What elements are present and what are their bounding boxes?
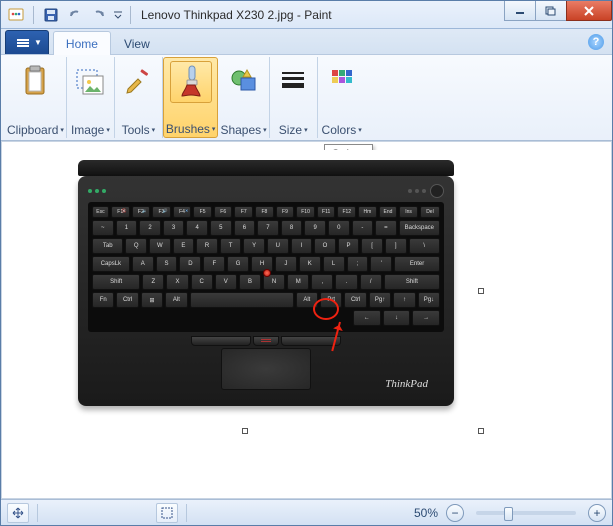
palmrest: ThinkPad	[88, 332, 444, 396]
ribbon: Clipboard▾ Image▾ Tools▾	[1, 55, 612, 141]
tools-label: Tools▾	[122, 123, 156, 137]
tab-home[interactable]: Home	[53, 31, 111, 55]
size-label: Size▾	[279, 123, 308, 137]
ribbon-tab-strip: ▼ Home View ?	[1, 29, 612, 55]
touchpad-icon	[221, 348, 311, 390]
paint-window: Lenovo Thinkpad X230 2.jpg - Paint ▼ Hom…	[0, 0, 613, 526]
selection-handle[interactable]	[478, 288, 484, 294]
quick-access-toolbar	[5, 5, 135, 25]
annotation-circle	[313, 298, 339, 320]
zoom-slider-thumb[interactable]	[504, 507, 513, 521]
window-title: Lenovo Thinkpad X230 2.jpg - Paint	[141, 8, 332, 22]
size-icon	[272, 60, 314, 102]
colors-icon	[321, 60, 363, 102]
qat-separator-2	[130, 6, 131, 24]
shapes-label: Shapes▾	[220, 123, 266, 137]
app-icon[interactable]	[5, 5, 27, 25]
status-bar: 50% − +	[1, 499, 612, 525]
image-group-icon	[69, 60, 111, 102]
tab-view[interactable]: View	[111, 31, 163, 55]
ribbon-group-size[interactable]: Size▾	[270, 57, 318, 138]
ribbon-group-colors[interactable]: Colors▾	[318, 57, 366, 138]
tab-home-label: Home	[66, 37, 98, 51]
ribbon-group-image[interactable]: Image▾	[67, 57, 115, 138]
zoom-value: 50%	[414, 506, 438, 520]
selection-handle[interactable]	[242, 428, 248, 434]
sb-separator-2	[186, 504, 187, 522]
tab-view-label: View	[124, 37, 150, 51]
close-button[interactable]	[566, 1, 612, 21]
laptop-top-row	[88, 184, 444, 198]
save-button[interactable]	[40, 5, 62, 25]
shapes-icon	[223, 60, 265, 102]
zoom-slider[interactable]	[476, 511, 576, 515]
file-menu-icon	[16, 36, 30, 50]
cursor-position-icon	[7, 503, 29, 523]
chevron-down-icon: ▼	[34, 38, 42, 47]
title-document: Lenovo Thinkpad X230 2.jpg	[141, 8, 294, 22]
file-menu[interactable]: ▼	[5, 30, 49, 54]
zoom-out-button[interactable]: −	[446, 504, 464, 522]
brush-icon	[170, 61, 212, 103]
led-strip	[88, 189, 106, 193]
minimize-button[interactable]	[504, 1, 536, 21]
image-label: Image▾	[71, 123, 110, 137]
window-controls	[505, 1, 612, 21]
maximize-button[interactable]	[535, 1, 567, 21]
clipboard-label: Clipboard▾	[7, 123, 64, 137]
redo-button[interactable]	[88, 5, 110, 25]
ribbon-group-shapes[interactable]: Shapes▾	[218, 57, 269, 138]
ribbon-group-tools[interactable]: Tools▾	[115, 57, 163, 138]
trackpoint-buttons	[191, 336, 341, 346]
title-app-name: Paint	[304, 8, 331, 22]
qat-separator	[33, 6, 34, 24]
clipboard-icon	[14, 60, 56, 102]
keyboard: Esc F1🔇F2🔉F3🔊F4✕ F5F6F7F8 F9F10F11F12 Hm…	[88, 202, 444, 332]
sb-separator	[37, 504, 38, 522]
brushes-label: Brushes▾	[166, 122, 216, 136]
speaker-grill	[408, 189, 426, 193]
laptop-image: Esc F1🔇F2🔉F3🔊F4✕ F5F6F7F8 F9F10F11F12 Hm…	[78, 160, 454, 414]
thinkpad-logo: ThinkPad	[385, 378, 428, 390]
undo-button[interactable]	[64, 5, 86, 25]
title-bar: Lenovo Thinkpad X230 2.jpg - Paint	[1, 1, 612, 29]
image-artboard[interactable]: Esc F1🔇F2🔉F3🔊F4✕ F5F6F7F8 F9F10F11F12 Hm…	[10, 150, 480, 430]
ribbon-group-brushes[interactable]: Brushes▾	[163, 57, 219, 138]
tools-icon	[117, 60, 159, 102]
selection-size-icon	[156, 503, 178, 523]
selection-handle[interactable]	[478, 428, 484, 434]
trackpoint-icon	[263, 269, 271, 277]
laptop-lid	[78, 160, 454, 176]
ribbon-group-clipboard[interactable]: Clipboard▾	[5, 57, 67, 138]
power-button-icon	[430, 184, 444, 198]
laptop-body: Esc F1🔇F2🔉F3🔊F4✕ F5F6F7F8 F9F10F11F12 Hm…	[78, 176, 454, 406]
qat-customize-dropdown[interactable]	[112, 5, 124, 25]
canvas-area[interactable]: Colors	[1, 141, 612, 499]
zoom-in-button[interactable]: +	[588, 504, 606, 522]
colors-label: Colors▾	[322, 123, 362, 137]
help-button[interactable]: ?	[588, 34, 604, 50]
